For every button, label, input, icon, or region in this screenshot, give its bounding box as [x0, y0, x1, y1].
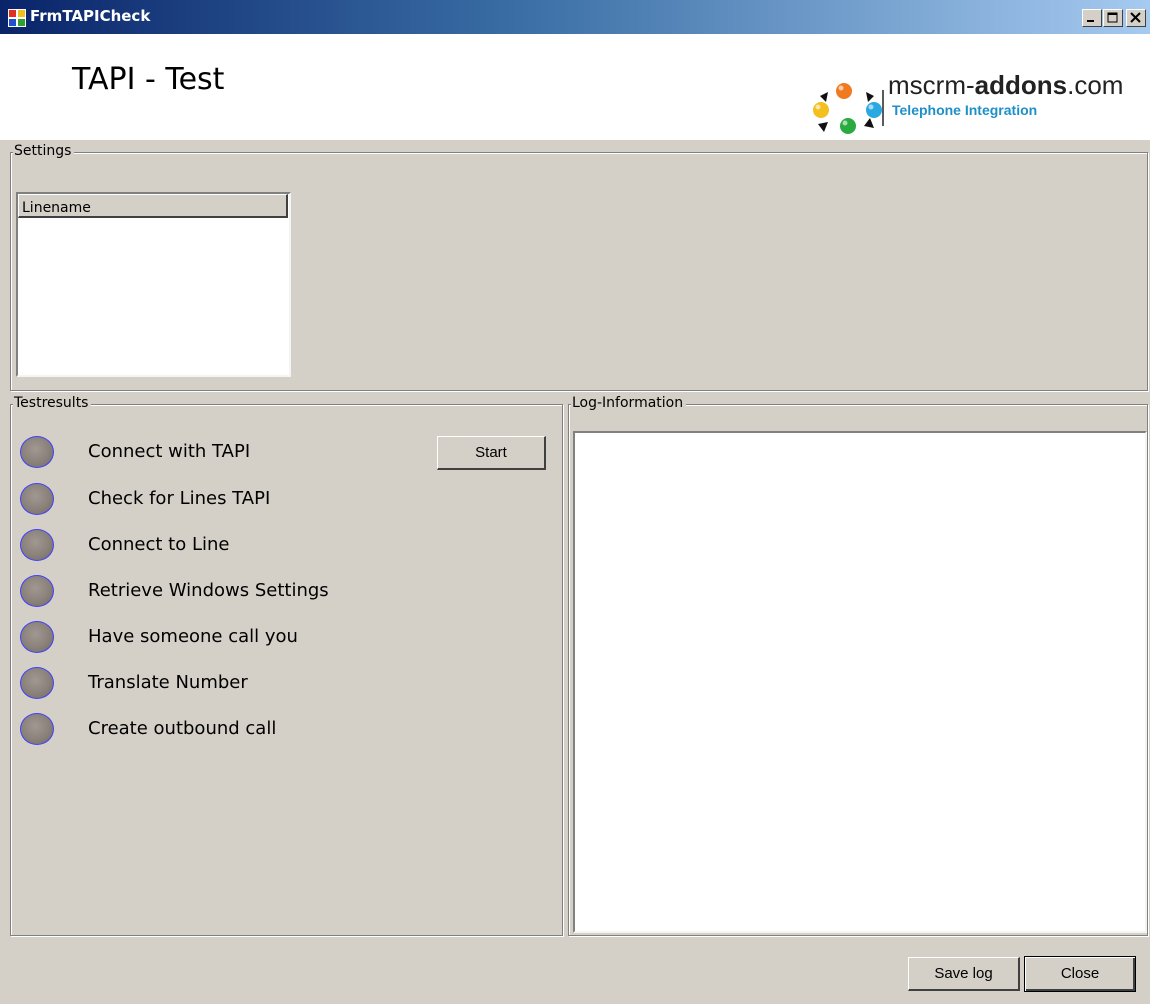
logo-text-prefix: mscrm- — [888, 70, 975, 100]
start-button[interactable]: Start — [437, 436, 546, 470]
logo-subtitle: Telephone Integration — [892, 102, 1038, 118]
status-led-icon — [20, 529, 54, 561]
status-led-icon — [20, 667, 54, 699]
test-item-connect-line: Connect to Line — [88, 534, 230, 555]
minimize-button[interactable] — [1082, 9, 1102, 27]
testresults-group: Testresults — [10, 395, 563, 936]
title-bar[interactable] — [0, 0, 1150, 34]
linename-column-header[interactable]: Linename — [18, 194, 288, 218]
testresults-group-label: Testresults — [13, 395, 92, 411]
log-textbox[interactable] — [573, 431, 1147, 933]
status-led-icon — [20, 621, 54, 653]
logo-wordmark: mscrm-addons.com — [888, 70, 1123, 101]
status-led-icon — [20, 483, 54, 515]
logo-balls-icon — [813, 83, 882, 134]
logo-text-bold: addons — [974, 70, 1068, 100]
app-icon — [8, 9, 26, 27]
maximize-button[interactable] — [1103, 9, 1123, 27]
status-led-icon — [20, 713, 54, 745]
logo-text-suffix: .com — [1067, 70, 1124, 100]
test-item-connect-tapi: Connect with TAPI — [88, 441, 251, 462]
test-item-translate-number: Translate Number — [88, 672, 248, 693]
close-icon — [1130, 12, 1141, 23]
minimize-icon — [1087, 20, 1094, 22]
close-window-button[interactable] — [1126, 9, 1146, 27]
test-item-check-lines: Check for Lines TAPI — [88, 488, 271, 509]
page-title: TAPI - Test — [72, 62, 225, 97]
linename-listview[interactable]: Linename — [16, 192, 291, 377]
logo-divider — [882, 90, 884, 126]
maximize-icon — [1107, 12, 1118, 23]
window-title: FrmTAPICheck — [30, 7, 151, 25]
close-button[interactable]: Close — [1024, 956, 1136, 992]
test-item-have-someone-call: Have someone call you — [88, 626, 298, 647]
status-led-icon — [20, 436, 54, 468]
test-item-retrieve-settings: Retrieve Windows Settings — [88, 580, 329, 601]
save-log-button[interactable]: Save log — [908, 957, 1020, 991]
settings-group-label: Settings — [13, 143, 75, 159]
test-item-outbound-call: Create outbound call — [88, 718, 277, 739]
status-led-icon — [20, 575, 54, 607]
log-group-label: Log-Information — [571, 395, 687, 411]
